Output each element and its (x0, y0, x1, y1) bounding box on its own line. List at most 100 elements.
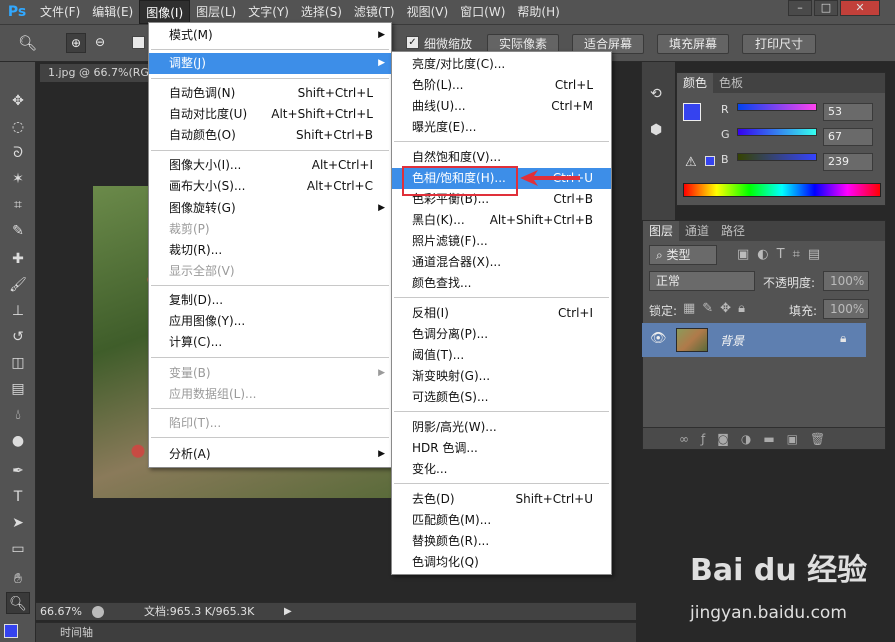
menu-item-auto-tone[interactable]: 自动色调(N) Shift+Ctrl+L (149, 83, 391, 104)
menu-help[interactable]: 帮助(H) (511, 0, 565, 24)
tab-swatches[interactable]: 色板 (713, 73, 749, 93)
menu-item-levels[interactable]: 色阶(L)... Ctrl+L (392, 75, 611, 96)
menu-item-mode[interactable]: 模式(M) ▶ (149, 25, 391, 46)
menu-item-analysis[interactable]: 分析(A) ▶ (149, 444, 391, 465)
type-tool-icon[interactable]: T (6, 486, 30, 508)
minimize-button[interactable]: – (788, 0, 812, 16)
tab-channels[interactable]: 通道 (679, 221, 715, 241)
menu-item-hdr-toning[interactable]: HDR 色调... (392, 438, 611, 459)
tab-paths[interactable]: 路径 (715, 221, 751, 241)
blue-slider[interactable] (737, 153, 817, 161)
menu-item-vibrance[interactable]: 自然饱和度(V)... (392, 147, 611, 168)
menu-item-auto-color[interactable]: 自动颜色(O) Shift+Ctrl+B (149, 125, 391, 146)
zoom-level[interactable]: 66.67% (40, 603, 82, 621)
menu-item-gradient-map[interactable]: 渐变映射(G)... (392, 366, 611, 387)
menu-window[interactable]: 窗口(W) (454, 0, 511, 24)
menu-item-trim[interactable]: 裁切(R)... (149, 240, 391, 261)
menu-edit[interactable]: 编辑(E) (86, 0, 139, 24)
menu-item-shadows-highlights[interactable]: 阴影/高光(W)... (392, 417, 611, 438)
zoom-out-icon[interactable]: ⊖ (90, 33, 110, 53)
scrubby-zoom-checkbox[interactable]: ✓ (406, 36, 419, 49)
move-tool-icon[interactable]: ✥ (6, 90, 30, 112)
menu-item-equalize[interactable]: 色调均化(Q) (392, 552, 611, 573)
menu-layer[interactable]: 图层(L) (190, 0, 242, 24)
menu-item-channel-mixer[interactable]: 通道混合器(X)... (392, 252, 611, 273)
menu-item-photo-filter[interactable]: 照片滤镜(F)... (392, 231, 611, 252)
hand-tool-icon[interactable]: ✋︎ (6, 568, 30, 590)
print-size-button[interactable]: 打印尺寸 (742, 34, 816, 54)
marquee-tool-icon[interactable]: ◌ (6, 116, 30, 138)
dodge-tool-icon[interactable]: ● (6, 430, 30, 452)
menu-item-posterize[interactable]: 色调分离(P)... (392, 324, 611, 345)
green-slider[interactable] (737, 128, 817, 136)
3d-panel-icon[interactable]: ⬢ (650, 122, 662, 138)
crop-tool-icon[interactable]: ⌗ (6, 194, 30, 216)
close-button[interactable]: ✕ (840, 0, 880, 16)
menu-select[interactable]: 选择(S) (295, 0, 348, 24)
zoom-tool-icon[interactable]: 🔍︎ (6, 592, 30, 614)
opacity-input[interactable]: 100% (823, 271, 869, 291)
red-slider[interactable] (737, 103, 817, 111)
clone-stamp-tool-icon[interactable]: ⊥ (6, 300, 30, 322)
tab-layers[interactable]: 图层 (643, 221, 680, 241)
blur-tool-icon[interactable]: 💧︎ (6, 404, 30, 426)
status-info-icon[interactable] (92, 606, 104, 618)
layer-filter-dropdown[interactable]: ⌕ 类型 (649, 245, 717, 265)
menu-item-match-color[interactable]: 匹配颜色(M)... (392, 510, 611, 531)
menu-item-adjustments[interactable]: 调整(J) ▶ (149, 53, 391, 74)
menu-file[interactable]: 文件(F) (34, 0, 86, 24)
fill-input[interactable]: 100% (823, 299, 869, 319)
timeline-panel-tab[interactable]: 时间轴 (36, 622, 636, 642)
menu-item-calculations[interactable]: 计算(C)... (149, 332, 391, 353)
rectangle-tool-icon[interactable]: ▭ (6, 538, 30, 560)
status-menu-arrow-icon[interactable]: ▶ (284, 603, 292, 621)
menu-item-duplicate[interactable]: 复制(D)... (149, 290, 391, 311)
layer-name[interactable]: 背景 (720, 332, 744, 349)
resize-windows-checkbox[interactable] (132, 36, 145, 49)
maximize-button[interactable]: □ (814, 0, 838, 16)
menu-item-variations[interactable]: 变化... (392, 459, 611, 480)
fill-screen-button[interactable]: 填充屏幕 (657, 34, 729, 54)
blend-mode-dropdown[interactable]: 正常 (649, 271, 755, 291)
lock-icons[interactable]: ▦✎✥🔒︎ (683, 301, 752, 316)
blue-value-input[interactable]: 239 (823, 153, 873, 171)
menu-item-curves[interactable]: 曲线(U)... Ctrl+M (392, 96, 611, 117)
brush-tool-icon[interactable]: 🖌︎ (6, 274, 30, 296)
menu-item-brightness-contrast[interactable]: 亮度/对比度(C)... (392, 54, 611, 75)
menu-item-apply-image[interactable]: 应用图像(Y)... (149, 311, 391, 332)
menu-item-canvas-size[interactable]: 画布大小(S)... Alt+Ctrl+C (149, 176, 391, 197)
menu-item-selective-color[interactable]: 可选颜色(S)... (392, 387, 611, 408)
magic-wand-tool-icon[interactable]: ✶ (6, 168, 30, 190)
menu-item-black-white[interactable]: 黑白(K)... Alt+Shift+Ctrl+B (392, 210, 611, 231)
layers-footer-toolbar[interactable]: ∞ƒ◙◑▬▣🗑︎ (643, 427, 885, 449)
healing-brush-tool-icon[interactable]: ✚ (6, 248, 30, 270)
menu-image[interactable]: 图像(I) (139, 0, 191, 24)
menu-type[interactable]: 文字(Y) (242, 0, 295, 24)
menu-item-exposure[interactable]: 曝光度(E)... (392, 117, 611, 138)
layer-filter-icons[interactable]: ▣◐T⌗▤ (737, 247, 828, 262)
menu-item-threshold[interactable]: 阈值(T)... (392, 345, 611, 366)
foreground-color-swatch[interactable] (4, 624, 18, 638)
eraser-tool-icon[interactable]: ◫ (6, 352, 30, 374)
path-selection-tool-icon[interactable]: ➤ (6, 512, 30, 534)
history-panel-icon[interactable]: ⟲ (650, 86, 662, 102)
menu-item-replace-color[interactable]: 替换颜色(R)... (392, 531, 611, 552)
gradient-tool-icon[interactable]: ▤ (6, 378, 30, 400)
web-safe-color-swatch[interactable] (705, 156, 715, 166)
menu-item-color-lookup[interactable]: 颜色查找... (392, 273, 611, 294)
document-tab[interactable]: 1.jpg @ 66.7%(RG (40, 64, 160, 82)
menu-item-auto-contrast[interactable]: 自动对比度(U) Alt+Shift+Ctrl+L (149, 104, 391, 125)
pen-tool-icon[interactable]: ✒︎ (6, 460, 30, 482)
color-spectrum-bar[interactable] (683, 183, 881, 197)
green-value-input[interactable]: 67 (823, 128, 873, 146)
menu-view[interactable]: 视图(V) (401, 0, 455, 24)
tab-color[interactable]: 颜色 (677, 73, 714, 93)
eyedropper-tool-icon[interactable]: ✎ (6, 220, 30, 242)
menu-item-desaturate[interactable]: 去色(D) Shift+Ctrl+U (392, 489, 611, 510)
layer-row-background[interactable]: 👁︎ 背景 🔒︎ (642, 323, 866, 357)
eye-visibility-icon[interactable]: 👁︎ (650, 331, 667, 346)
zoom-in-icon[interactable]: ⊕ (66, 33, 86, 53)
menu-filter[interactable]: 滤镜(T) (348, 0, 401, 24)
history-brush-tool-icon[interactable]: ↺ (6, 326, 30, 348)
red-value-input[interactable]: 53 (823, 103, 873, 121)
